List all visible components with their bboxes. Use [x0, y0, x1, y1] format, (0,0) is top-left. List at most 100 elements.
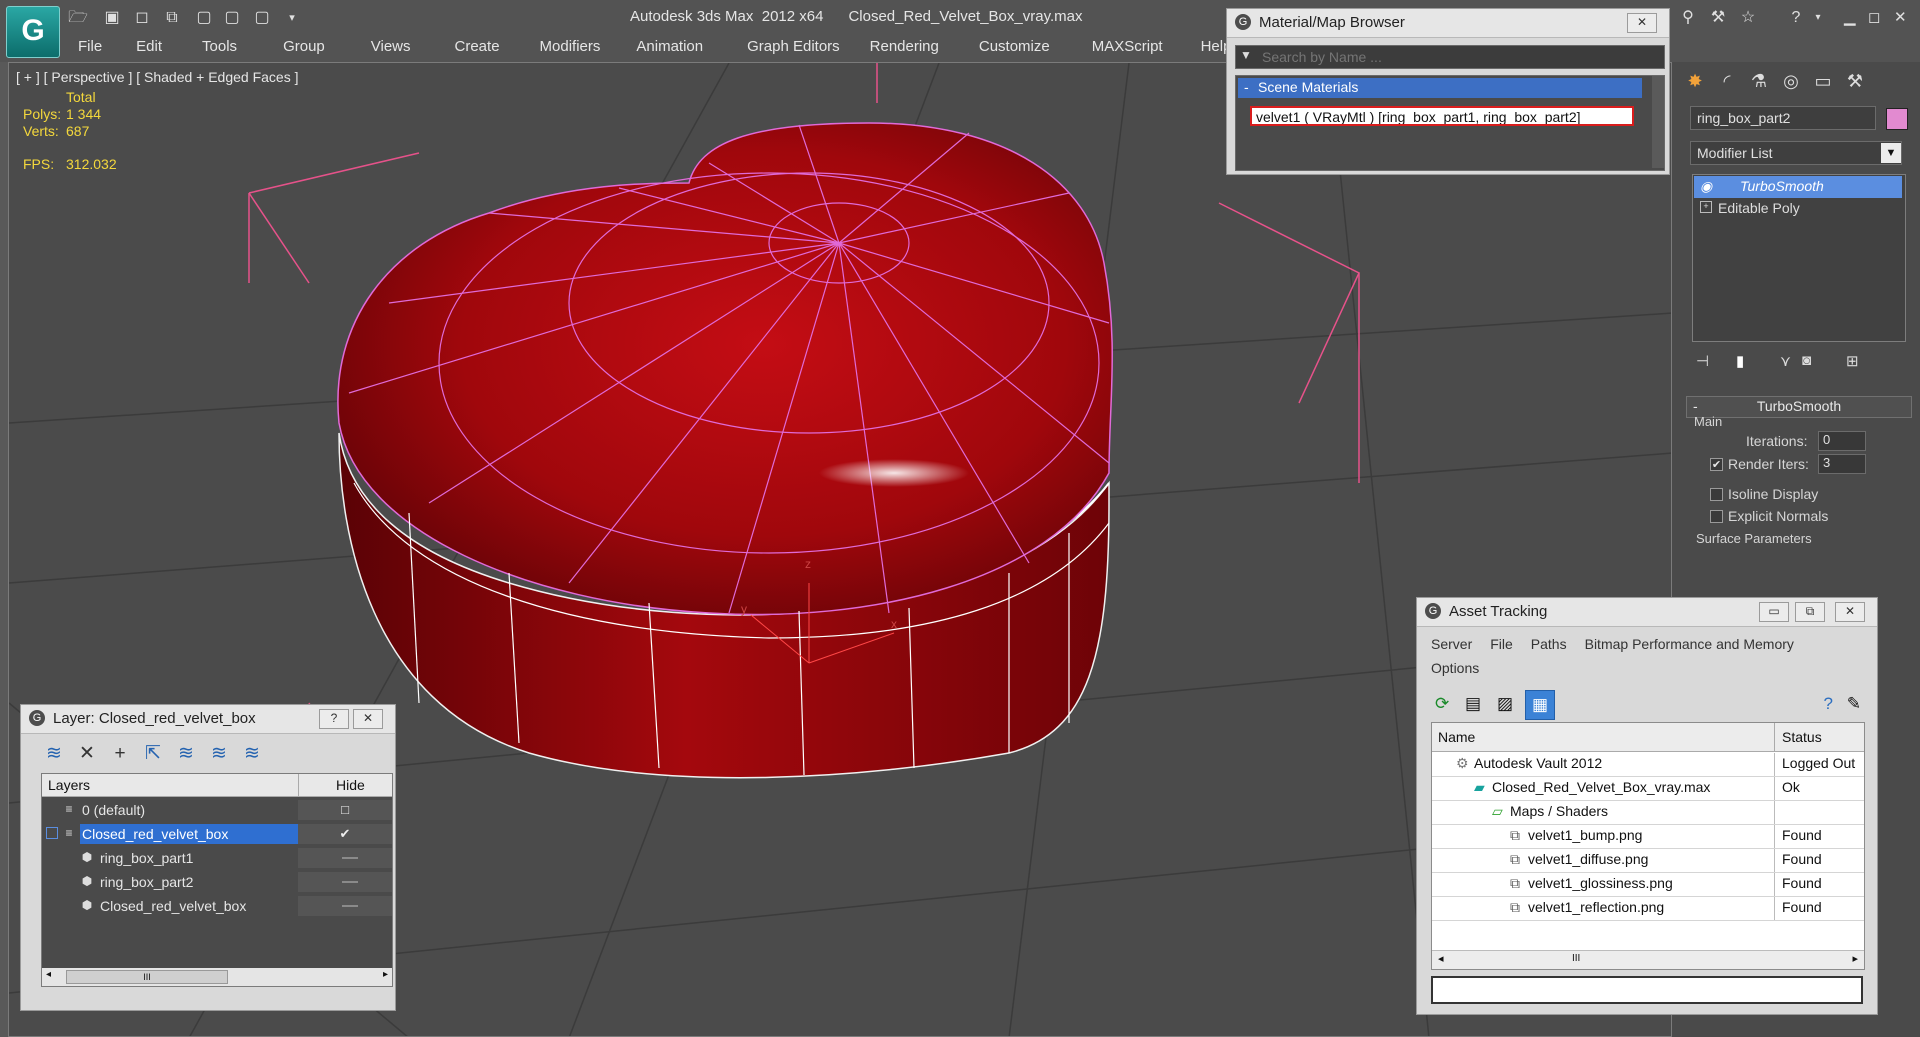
maximize-button[interactable]: ◻	[1868, 8, 1880, 26]
asset-path-field[interactable]	[1431, 976, 1863, 1004]
explicit-normals-checkbox[interactable]	[1710, 510, 1723, 523]
help-tool-icon[interactable]: ?	[1824, 694, 1833, 714]
menu-group[interactable]: Group	[283, 38, 325, 55]
undo-icon[interactable]: ▢	[222, 8, 242, 28]
menu-file[interactable]: File	[78, 38, 102, 55]
asset-row[interactable]: ▱ Maps / Shaders	[1432, 801, 1864, 825]
thumbnail-view-icon[interactable]: ▨	[1497, 694, 1513, 714]
favorites-star-icon[interactable]: ☆	[1738, 8, 1758, 28]
menu-edit[interactable]: Edit	[136, 38, 162, 55]
layer-row[interactable]: ≡ 0 (default) □	[42, 800, 392, 820]
iterations-spinner[interactable]: 0	[1818, 431, 1866, 451]
folder-open-icon[interactable]: 🗁	[68, 8, 88, 28]
object-color-swatch[interactable]	[1886, 108, 1908, 130]
asset-row[interactable]: ▰ Closed_Red_Velvet_Box_vray.max Ok	[1432, 777, 1864, 801]
create-layer-icon[interactable]: ≋	[41, 741, 67, 767]
new-scene-icon[interactable]: ◻	[132, 8, 152, 28]
layer-help-button[interactable]: ?	[319, 709, 349, 729]
asset-menu-options[interactable]: Options	[1431, 660, 1479, 676]
viewport-label[interactable]: [ + ] [ Perspective ] [ Shaded + Edged F…	[16, 69, 299, 85]
scroll-left-icon[interactable]: ◂	[46, 969, 51, 980]
layer-freeze-marker[interactable]	[342, 857, 358, 859]
binoculars-icon[interactable]: ⚲	[1678, 8, 1698, 28]
menu-create[interactable]: Create	[455, 38, 500, 55]
scroll-thumb[interactable]: III	[1572, 953, 1580, 964]
menu-views[interactable]: Views	[371, 38, 411, 55]
motion-tab-icon[interactable]: ◎	[1778, 68, 1804, 94]
scroll-thumb[interactable]: III	[66, 970, 228, 984]
settings-help-icon[interactable]: ✎	[1847, 694, 1861, 714]
asset-row[interactable]: ⧉ velvet1_glossiness.png Found	[1432, 873, 1864, 897]
show-end-result-icon[interactable]: ▮	[1736, 352, 1744, 370]
menu-tools[interactable]: Tools	[202, 38, 237, 55]
scene-materials-group[interactable]: - Scene Materials	[1238, 78, 1642, 98]
hide-column-header[interactable]: Hide	[336, 777, 365, 793]
hierarchy-tab-icon[interactable]: ⚗	[1746, 68, 1772, 94]
material-list-scrollbar[interactable]	[1652, 76, 1664, 168]
material-browser-close-button[interactable]: ✕	[1627, 13, 1657, 33]
menu-maxscript[interactable]: MAXScript	[1092, 38, 1163, 55]
layer-hide-toggle[interactable]: ✔	[298, 824, 392, 844]
scroll-right-icon[interactable]: ▸	[383, 969, 388, 980]
asset-tracking-titlebar[interactable]: G Asset Tracking ▭ ⧉ ✕	[1417, 598, 1877, 627]
asset-row[interactable]: ⧉ velvet1_reflection.png Found	[1432, 897, 1864, 921]
minimize-button[interactable]: ▁	[1844, 8, 1856, 26]
highlight-layer-icon[interactable]: ≋	[173, 741, 199, 767]
modify-tab-icon[interactable]: ◜	[1714, 68, 1740, 94]
asset-menu-bitmap-performance-and-memory[interactable]: Bitmap Performance and Memory	[1585, 636, 1794, 652]
status-column-header[interactable]: Status	[1782, 729, 1822, 745]
layer-object-row[interactable]: ⬢ ring_box_part1	[42, 848, 392, 868]
hide-all-icon[interactable]: ≋	[206, 741, 232, 767]
scroll-right-icon[interactable]: ▸	[1852, 952, 1858, 965]
render-iters-spinner[interactable]: 3	[1818, 454, 1866, 474]
menu-animation[interactable]: Animation	[636, 38, 703, 55]
make-unique-icon[interactable]: ⋎	[1780, 352, 1791, 370]
app-logo-button[interactable]: G	[6, 6, 60, 58]
layer-row[interactable]: ≡ Closed_red_velvet_box ✔	[42, 824, 392, 844]
layer-dialog-titlebar[interactable]: G Layer: Closed_red_velvet_box ? ✕	[21, 705, 395, 734]
layer-horizontal-scrollbar[interactable]: ◂ III ▸	[42, 968, 392, 986]
stack-item-turbosmooth[interactable]: ◉ TurboSmooth	[1694, 176, 1902, 198]
stack-item-editable-poly[interactable]: + Editable Poly	[1694, 198, 1902, 220]
list-view-icon[interactable]: ▤	[1465, 694, 1481, 714]
asset-menu-server[interactable]: Server	[1431, 636, 1472, 652]
material-search-input[interactable]	[1260, 47, 1660, 67]
layer-object-row[interactable]: ⬢ ring_box_part2	[42, 872, 392, 892]
help-dropdown-icon[interactable]: ▾	[1808, 8, 1828, 28]
hold-icon[interactable]: ⧉	[162, 8, 182, 28]
communication-center-icon[interactable]: ⚒	[1708, 8, 1728, 28]
display-tab-icon[interactable]: ▭	[1810, 68, 1836, 94]
object-name-field[interactable]: ring_box_part2	[1690, 106, 1876, 130]
asset-menu-file[interactable]: File	[1490, 636, 1513, 652]
material-item-velvet1[interactable]: velvet1 ( VRayMtl ) [ring_box_part1, rin…	[1250, 106, 1634, 126]
asset-row[interactable]: ⧉ velvet1_bump.png Found	[1432, 825, 1864, 849]
help-icon[interactable]: ?	[1786, 8, 1806, 28]
asset-horizontal-scrollbar[interactable]: ◂ III ▸	[1432, 950, 1864, 969]
name-column-header[interactable]: Name	[1438, 729, 1475, 745]
layer-freeze-marker[interactable]	[342, 905, 358, 907]
save-icon[interactable]: ▣	[102, 8, 122, 28]
render-iters-checkbox[interactable]: ✔	[1710, 458, 1723, 471]
menu-customize[interactable]: Customize	[979, 38, 1050, 55]
utilities-tab-icon[interactable]: ⚒	[1842, 68, 1868, 94]
redo-icon[interactable]: ▢	[252, 8, 272, 28]
asset-restore-button[interactable]: ⧉	[1795, 602, 1825, 622]
scroll-left-icon[interactable]: ◂	[1438, 952, 1444, 965]
layers-column-header[interactable]: Layers	[48, 777, 90, 793]
table-view-icon[interactable]: ▦	[1525, 690, 1555, 720]
fetch-icon[interactable]: ▢	[194, 8, 214, 28]
menu-rendering[interactable]: Rendering	[870, 38, 939, 55]
create-tab-icon[interactable]: ✸	[1682, 68, 1708, 94]
modifier-list-dropdown[interactable]: Modifier List ▼	[1690, 141, 1902, 165]
remove-modifier-icon[interactable]: ◙	[1802, 352, 1811, 369]
delete-layer-icon[interactable]: ✕	[74, 741, 100, 767]
freeze-all-icon[interactable]: ≋	[239, 741, 265, 767]
menu-graph-editors[interactable]: Graph Editors	[747, 38, 840, 55]
add-to-layer-icon[interactable]: +	[107, 741, 133, 767]
dropdown-arrow-icon[interactable]: ▾	[282, 8, 302, 28]
pin-stack-icon[interactable]: ⊣	[1696, 352, 1709, 370]
asset-minimize-button[interactable]: ▭	[1759, 602, 1789, 622]
layer-hide-toggle[interactable]: □	[298, 800, 392, 820]
close-button[interactable]: ✕	[1894, 8, 1907, 26]
configure-sets-icon[interactable]: ⊞	[1846, 352, 1859, 370]
